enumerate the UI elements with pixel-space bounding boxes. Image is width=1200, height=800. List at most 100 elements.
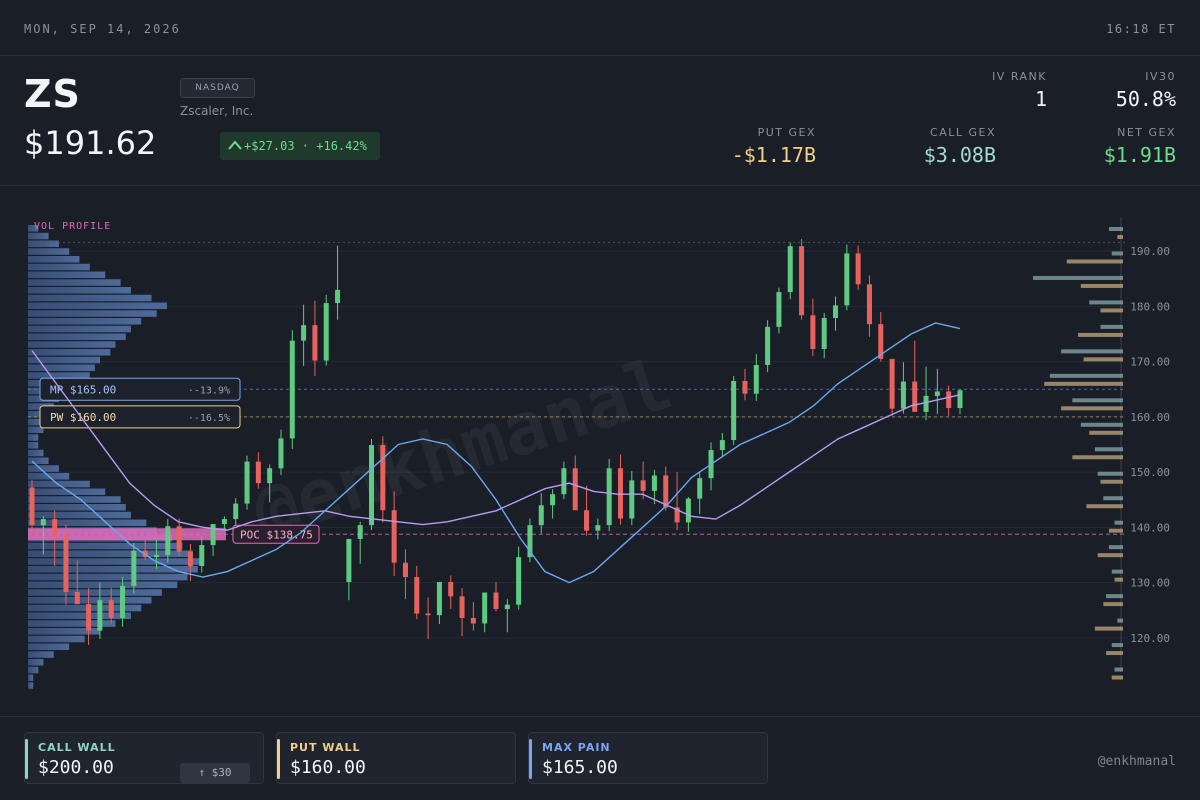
gex-call-bar <box>1114 667 1123 672</box>
gex-put-bar <box>1080 283 1123 288</box>
candle-body <box>651 475 657 491</box>
volume-profile-bar <box>28 496 121 503</box>
gex-call-bar <box>1111 251 1123 256</box>
gex-put-bar <box>1106 651 1123 656</box>
candle-body <box>289 340 295 439</box>
candle-body <box>629 480 635 519</box>
price-chart[interactable]: 190.00 180.00 170.00 160.00 150.00 140.00 130.… <box>0 187 1200 715</box>
gex-put-bar <box>1089 430 1123 435</box>
call-gex-label: CALL GEX <box>930 126 996 139</box>
candle-body <box>380 445 386 511</box>
gex-put-bar <box>1103 602 1123 607</box>
candle-body <box>640 480 646 491</box>
candle-body <box>221 519 227 525</box>
gex-call-bar <box>1117 618 1123 623</box>
last-price: $191.62 <box>24 124 157 162</box>
volume-profile-bar <box>28 666 39 674</box>
candle-body <box>244 461 250 504</box>
candle-body <box>776 292 782 327</box>
candle-body <box>866 284 872 325</box>
y-tick-label: 140.00 <box>1130 521 1170 534</box>
candle-body <box>685 498 691 523</box>
gex-call-bar <box>1097 471 1123 476</box>
volume-profile-bar <box>28 504 126 511</box>
candle-body <box>312 325 318 361</box>
gex-put-bar <box>1117 235 1123 239</box>
volume-profile-label: VOL PROFILE <box>34 221 111 232</box>
candle-body <box>493 592 499 610</box>
chart-svg[interactable]: 190.00 180.00 170.00 160.00 150.00 140.00 130.… <box>0 187 1200 715</box>
volume-profile-bar <box>28 271 106 279</box>
gex-put-bar <box>1066 259 1123 264</box>
candle-body <box>900 381 906 409</box>
volume-profile-bar <box>28 542 183 550</box>
candle-body <box>923 395 929 412</box>
volume-profile-bar <box>28 287 131 294</box>
candle-body <box>753 364 759 394</box>
volume-profile-bar <box>28 635 85 643</box>
ticker-symbol: ZS <box>24 72 81 116</box>
call-wall-accent <box>25 739 28 779</box>
volume-profile-bar <box>28 449 44 457</box>
candle-body <box>425 613 431 616</box>
candle-body <box>210 524 216 546</box>
author-handle[interactable]: @enkhmanal <box>1098 754 1176 769</box>
candle-body <box>335 289 341 304</box>
candle-body <box>617 468 623 519</box>
net-gex-label: NET GEX <box>1117 126 1176 139</box>
y-tick-label: 190.00 <box>1130 245 1170 258</box>
volume-profile-bar <box>28 597 152 604</box>
candle-body <box>402 562 408 578</box>
candle-body <box>504 604 510 610</box>
gex-call-bar <box>1108 227 1123 231</box>
iv-rank-value: 1 <box>1034 87 1047 111</box>
poc-label: POC $138.75 <box>240 528 313 541</box>
iv30-label: IV30 <box>1145 70 1176 83</box>
candle-body <box>278 438 284 469</box>
volume-profile-bar <box>28 263 90 271</box>
gex-put-bar <box>1061 406 1123 411</box>
gex-call-bar <box>1061 349 1123 354</box>
candle-body <box>414 577 420 614</box>
put-wall-value: $160.00 <box>290 757 366 778</box>
gex-call-bar <box>1089 300 1123 305</box>
volume-profile-bar <box>28 612 131 620</box>
candle-body <box>131 550 137 586</box>
candle-body <box>97 600 103 631</box>
call-gex-value: $3.08B <box>923 143 996 167</box>
candle-body <box>391 510 397 563</box>
mp-level-label: MP $165.00 <box>50 383 116 396</box>
volume-profile-bar <box>28 457 49 465</box>
gex-put-bar <box>1078 332 1123 337</box>
volume-profile-bar <box>28 659 44 666</box>
candle-body <box>436 582 442 616</box>
volume-profile-bar <box>28 581 178 589</box>
candle-body <box>176 526 182 552</box>
candle-body <box>165 526 171 555</box>
exchange-badge: NASDAQ <box>180 78 255 98</box>
gex-call-bar <box>1072 398 1123 403</box>
candle-body <box>833 305 839 319</box>
candle-body <box>821 318 827 349</box>
gex-put-bar <box>1094 626 1123 631</box>
candle-body <box>572 468 578 511</box>
candle-body <box>912 381 918 412</box>
net-gex-value: $1.91B <box>1103 143 1176 167</box>
put-wall-accent <box>277 739 280 779</box>
gex-put-bar <box>1111 675 1123 680</box>
y-tick-label: 160.00 <box>1130 411 1170 424</box>
volume-profile-bar <box>28 341 116 348</box>
candle-body <box>855 253 861 285</box>
candle-body <box>719 440 725 451</box>
candle-body <box>187 551 193 567</box>
volume-profile-bar <box>28 651 54 658</box>
time-label: 16:18 ET <box>1106 22 1176 36</box>
candle-body <box>765 326 771 365</box>
mp-level-pct: ·-13.9% <box>188 385 230 396</box>
gex-call-bar <box>1111 569 1123 574</box>
watermark: @enkhmanal <box>243 341 681 555</box>
volume-profile-bar <box>28 302 167 310</box>
gex-call-bar <box>1094 447 1123 452</box>
candle-body <box>550 494 556 506</box>
max-pain-card: MAX PAIN $165.00 <box>528 732 768 784</box>
